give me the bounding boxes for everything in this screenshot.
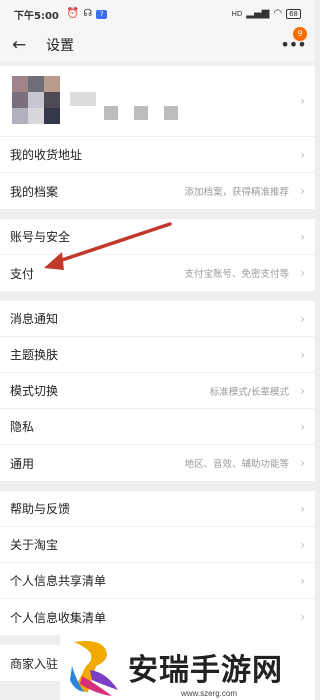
more-dots-icon: ••• <box>280 35 306 54</box>
row-label: 主题换肤 <box>10 348 59 362</box>
avatar-tile <box>44 76 60 92</box>
row-about-taobao[interactable]: 关于淘宝 › <box>0 527 315 563</box>
row-label: 我的收货地址 <box>10 148 83 162</box>
row-hint: 标准模式/长辈模式 <box>209 386 289 398</box>
row-privacy[interactable]: 隐私 › <box>0 409 315 445</box>
chevron-right-icon: › <box>300 537 305 552</box>
watermark-url: www.szerg.com <box>180 689 237 698</box>
row-label: 支付 <box>10 266 35 281</box>
row-label: 模式切换 <box>10 384 59 398</box>
avatar-tile <box>12 92 28 108</box>
blur-block <box>134 106 148 120</box>
chevron-right-icon: › <box>300 383 305 398</box>
chevron-right-icon: › <box>300 184 305 198</box>
row-label: 我的档案 <box>10 184 59 199</box>
row-payment[interactable]: 支付 支付宝账号、免密支付等 › <box>0 255 315 291</box>
row-label: 帮助与反馈 <box>10 502 71 516</box>
row-hint: 地区、音效、辅助功能等 <box>184 459 289 470</box>
row-label: 关于淘宝 <box>10 538 59 552</box>
status-bar: 下午5:00 ⏰ ☊ 7 HD ▂▄▆ ◠ 68 <box>0 0 315 28</box>
row-label: 个人信息共享清单 <box>10 574 107 588</box>
avatar-tile <box>28 108 44 124</box>
row-hint: 添加档案，获得精准推荐 <box>184 187 289 198</box>
settings-group-account: 账号与安全 › 支付 支付宝账号、免密支付等 › <box>0 219 315 291</box>
nickname-blurred <box>70 92 96 106</box>
top-nav-bar: ← 设置 ••• 9 <box>0 27 315 62</box>
chevron-right-icon: › <box>300 501 305 516</box>
chevron-right-icon: › <box>300 456 305 470</box>
row-shipping-address[interactable]: 我的收货地址 › <box>0 137 315 173</box>
chevron-right-icon: › <box>300 573 305 588</box>
username-blurred <box>104 106 178 120</box>
chevron-right-icon: › <box>300 610 305 624</box>
chevron-right-icon: › <box>300 419 305 434</box>
chevron-right-icon: › <box>300 266 305 280</box>
row-label: 个人信息收集清单 <box>10 610 107 625</box>
blur-block <box>104 106 118 120</box>
profile-card[interactable]: › <box>0 66 315 136</box>
page-title: 设置 <box>46 38 74 54</box>
row-label: 隐私 <box>10 420 35 434</box>
settings-group-address: 我的收货地址 › 我的档案 添加档案，获得精准推荐 › <box>0 136 315 209</box>
blur-block <box>164 106 178 120</box>
chevron-right-icon: › <box>300 94 305 108</box>
app-icon: 7 <box>96 9 108 19</box>
row-theme[interactable]: 主题换肤 › <box>0 337 315 373</box>
wifi-icon: ◠ <box>273 8 283 19</box>
alarm-icon: ⏰ <box>66 8 80 19</box>
row-general[interactable]: 通用 地区、音效、辅助功能等 › <box>0 445 315 481</box>
row-mode-switch[interactable]: 模式切换 标准模式/长辈模式 › <box>0 373 315 409</box>
row-help-feedback[interactable]: 帮助与反馈 › <box>0 491 315 527</box>
back-arrow-icon[interactable]: ← <box>12 35 38 55</box>
more-button[interactable]: ••• 9 <box>280 27 307 55</box>
row-label: 消息通知 <box>10 312 59 326</box>
signal-label: HD <box>231 10 243 18</box>
avatar-tile <box>44 92 60 108</box>
battery-icon: 68 <box>286 9 301 19</box>
avatar <box>12 76 60 124</box>
signal-icon: ▂▄▆ <box>246 8 270 19</box>
watermark-logo-icon <box>70 641 118 696</box>
status-time: 下午5:00 <box>14 10 59 22</box>
watermark-text: 安瑞手游网 <box>128 653 283 688</box>
avatar-tile <box>12 76 28 92</box>
headset-icon: ☊ <box>83 8 93 19</box>
chevron-right-icon: › <box>300 147 305 162</box>
settings-screen: 下午5:00 ⏰ ☊ 7 HD ▂▄▆ ◠ 68 ← 设置 ••• 9 › 我的… <box>0 0 315 700</box>
avatar-tile <box>44 108 60 124</box>
row-my-profile[interactable]: 我的档案 添加档案，获得精准推荐 › <box>0 173 315 209</box>
avatar-tile <box>12 108 28 124</box>
watermark: 安瑞手游网 www.szerg.com <box>60 634 315 700</box>
avatar-tile <box>28 92 44 108</box>
row-label: 商家入驻 <box>10 656 59 671</box>
row-label: 账号与安全 <box>10 230 71 244</box>
row-info-sharing-list[interactable]: 个人信息共享清单 › <box>0 563 315 599</box>
chevron-right-icon: › <box>300 311 305 326</box>
row-label: 通用 <box>10 456 35 471</box>
row-account-security[interactable]: 账号与安全 › <box>0 219 315 255</box>
avatar-tile <box>28 76 44 92</box>
row-hint: 支付宝账号、免密支付等 <box>184 269 289 280</box>
settings-group-general: 消息通知 › 主题换肤 › 模式切换 标准模式/长辈模式 › 隐私 › 通用 地… <box>0 301 315 481</box>
notification-badge: 9 <box>293 27 307 41</box>
settings-group-help: 帮助与反馈 › 关于淘宝 › 个人信息共享清单 › 个人信息收集清单 › <box>0 491 315 635</box>
chevron-right-icon: › <box>300 229 305 244</box>
row-notifications[interactable]: 消息通知 › <box>0 301 315 337</box>
row-info-collection-list[interactable]: 个人信息收集清单 › <box>0 599 315 635</box>
chevron-right-icon: › <box>300 347 305 362</box>
